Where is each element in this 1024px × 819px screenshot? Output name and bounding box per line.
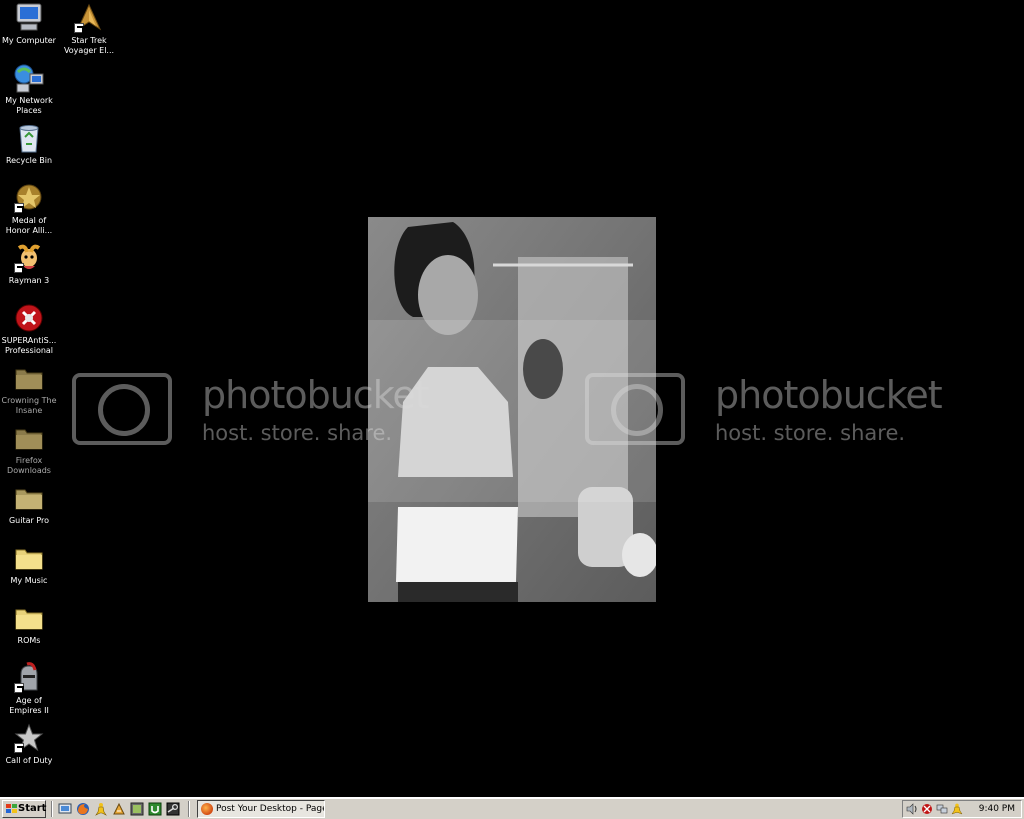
desktop-icon-guitar-pro[interactable]: Guitar Pro [0,482,59,526]
desktop-icon-label: Firefox Downloads [7,456,51,475]
camera-icon [585,373,685,445]
network-icon [13,62,45,94]
medal-icon [13,182,45,214]
desktop-icon-label: My Computer [2,36,56,45]
aim-icon[interactable] [94,802,108,816]
desktop-icon-label: Rayman 3 [8,276,50,285]
desktop-icon-label: Recycle Bin [5,156,53,165]
desktop-icon-age-of-empires[interactable]: Age of Empires II [0,662,59,716]
desktop-icon-superantispyware[interactable]: SUPERAntiS... Professional [0,302,59,356]
steam-icon[interactable] [166,802,180,816]
star-trek-badge-icon [73,2,105,34]
desktop-icon-label: Medal of Honor Alli... [5,216,53,235]
windows-logo-icon [6,804,17,814]
desktop-icon-medal-of-honor[interactable]: Medal of Honor Alli... [0,182,59,236]
desktop-icon-rayman-3[interactable]: Rayman 3 [0,242,59,286]
watermark-tagline: host. store. share. [202,421,393,445]
shortcut-arrow-icon [74,23,84,33]
winamp-icon[interactable] [112,802,126,816]
music-folder-icon [13,542,45,574]
utorrent-icon[interactable] [148,802,162,816]
taskbar: Start Post Your Desktop - Page... 9:40 P… [0,797,1024,819]
folder-icon [13,482,45,514]
clock[interactable]: 9:40 PM [979,801,1015,817]
start-button[interactable]: Start [2,800,46,818]
star-icon [13,722,45,754]
media-icon[interactable] [130,802,144,816]
firefox-icon[interactable] [76,802,90,816]
knight-helmet-icon [13,662,45,694]
shortcut-arrow-icon [14,203,24,213]
aim-tray-icon[interactable] [951,803,963,815]
desktop-icon-star-trek[interactable]: Star Trek Voyager El... [59,2,119,56]
desktop-icon-recycle-bin[interactable]: Recycle Bin [0,122,59,166]
desktop-icon-label: ROMs [17,636,41,645]
watermark-tagline: host. store. share. [715,421,906,445]
desktop-icon-firefox-downloads[interactable]: Firefox Downloads [0,422,59,476]
folder-icon [13,602,45,634]
shortcut-arrow-icon [14,743,24,753]
folder-icon [13,422,45,454]
firefox-window-icon [201,803,213,815]
desktop-icon-my-music[interactable]: My Music [0,542,59,586]
desktop-icon-label: SUPERAntiS... Professional [1,336,57,355]
superantispyware-icon [13,302,45,334]
shortcut-arrow-icon [14,683,24,693]
network-status-icon[interactable] [936,803,948,815]
shortcut-arrow-icon [14,263,24,273]
photobucket-watermark-right: photobucket host. store. share. [585,373,965,453]
taskbar-window-title: Post Your Desktop - Page... [216,804,325,814]
system-tray: 9:40 PM [902,800,1022,818]
desktop-icon-crowning-the-insane[interactable]: Crowning The Insane [0,362,59,416]
desktop-icon-label: My Music [10,576,48,585]
rayman-icon [13,242,45,274]
desktop-icon-call-of-duty[interactable]: Call of Duty [0,722,59,766]
desktop-icon-my-network-places[interactable]: My Network Places [0,62,59,116]
watermark-brand: photobucket [715,373,943,417]
desktop-icon-label: Age of Empires II [9,696,49,715]
desktop-icon-label: Star Trek Voyager El... [63,36,115,55]
desktop-icon-label: Guitar Pro [8,516,50,525]
taskbar-window-button[interactable]: Post Your Desktop - Page... [197,800,325,818]
desktop-icon-label: Crowning The Insane [1,396,57,415]
desktop: photobucket host. store. share. photobuc… [0,0,1024,797]
desktop-icon-roms[interactable]: ROMs [0,602,59,646]
taskbar-separator [188,801,190,817]
start-label: Start [18,803,47,814]
camera-icon [72,373,172,445]
volume-icon[interactable] [906,803,918,815]
folder-icon [13,362,45,394]
show-desktop-icon[interactable] [58,802,72,816]
recycle-bin-icon [13,122,45,154]
watermark-brand: photobucket [202,373,430,417]
desktop-icon-label: My Network Places [5,96,53,115]
taskbar-separator [51,801,53,817]
antivirus-icon[interactable] [921,803,933,815]
photobucket-watermark-left: photobucket host. store. share. [72,373,452,453]
computer-icon [13,2,45,34]
desktop-icon-label: Call of Duty [5,756,53,765]
desktop-icon-my-computer[interactable]: My Computer [0,2,59,46]
